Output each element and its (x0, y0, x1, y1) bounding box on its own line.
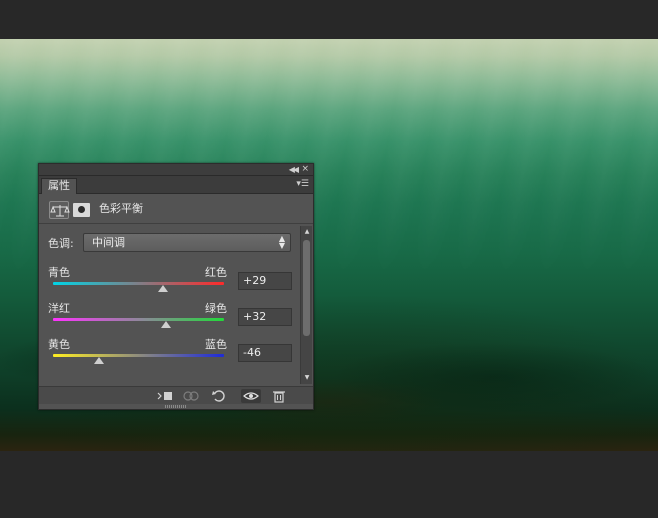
top-app-bar (0, 0, 658, 39)
panel-titlebar[interactable]: ◀◀ × (39, 164, 313, 176)
slider-left-label: 黄色 (48, 338, 70, 351)
slider-row-magenta-green: 洋红 绿色 +32 (39, 302, 313, 338)
layer-mask-icon[interactable] (73, 203, 90, 217)
slider-value-field[interactable]: -46 (238, 344, 292, 362)
panel-tabs: 属性 ▾☰ (39, 176, 313, 194)
slider-value-field[interactable]: +29 (238, 272, 292, 290)
collapse-panel-icon[interactable]: ◀◀ (289, 164, 299, 175)
panel-scrollbar[interactable]: ▲ ▼ (300, 226, 312, 384)
close-panel-icon[interactable]: × (301, 164, 309, 175)
panel-resize-grip[interactable] (165, 405, 187, 408)
slider-row-cyan-red: 青色 红色 +29 (39, 266, 313, 302)
properties-panel: ◀◀ × 属性 ▾☰ 色彩平衡 色调: 中间调 ▲ ▼ 青色 红色 +29 洋红… (38, 163, 314, 410)
view-previous-icon[interactable] (181, 389, 201, 403)
scroll-down-icon[interactable]: ▼ (301, 374, 313, 382)
slider-thumb[interactable] (160, 321, 171, 328)
panel-body: 色调: 中间调 ▲ ▼ 青色 红色 +29 洋红 绿色 +32 黄色 蓝色 -46 (39, 226, 313, 386)
slider-left-label: 洋红 (48, 302, 70, 315)
clip-to-layer-icon[interactable] (155, 389, 175, 403)
slider-right-label: 蓝色 (205, 338, 227, 351)
slider-right-label: 绿色 (205, 302, 227, 315)
slider-left-label: 青色 (48, 266, 70, 279)
slider-row-yellow-blue: 黄色 蓝色 -46 (39, 338, 313, 374)
slider-track[interactable] (53, 354, 224, 357)
reset-icon[interactable] (209, 389, 229, 403)
tone-label: 色调: (48, 237, 74, 250)
visibility-icon[interactable] (241, 389, 261, 403)
slider-thumb[interactable] (158, 285, 169, 292)
panel-title: 色彩平衡 (99, 202, 143, 215)
bottom-app-bar (0, 451, 658, 518)
slider-thumb[interactable] (94, 357, 105, 364)
tone-select[interactable]: 中间调 ▲ ▼ (83, 233, 291, 252)
balance-scale-icon[interactable] (49, 201, 70, 219)
slider-value-field[interactable]: +32 (238, 308, 292, 326)
slider-track[interactable] (53, 318, 224, 321)
scroll-up-icon[interactable]: ▲ (301, 228, 313, 236)
slider-track[interactable] (53, 282, 224, 285)
panel-footer (39, 386, 313, 404)
panel-header: 色彩平衡 (39, 194, 313, 224)
trash-icon[interactable] (269, 389, 289, 403)
tab-properties[interactable]: 属性 (41, 178, 77, 194)
slider-right-label: 红色 (205, 266, 227, 279)
scroll-thumb[interactable] (303, 240, 310, 336)
tone-select-value: 中间调 (92, 236, 125, 249)
panel-menu-icon[interactable]: ▾☰ (296, 179, 309, 189)
select-arrows-icon: ▲ ▼ (278, 234, 286, 250)
